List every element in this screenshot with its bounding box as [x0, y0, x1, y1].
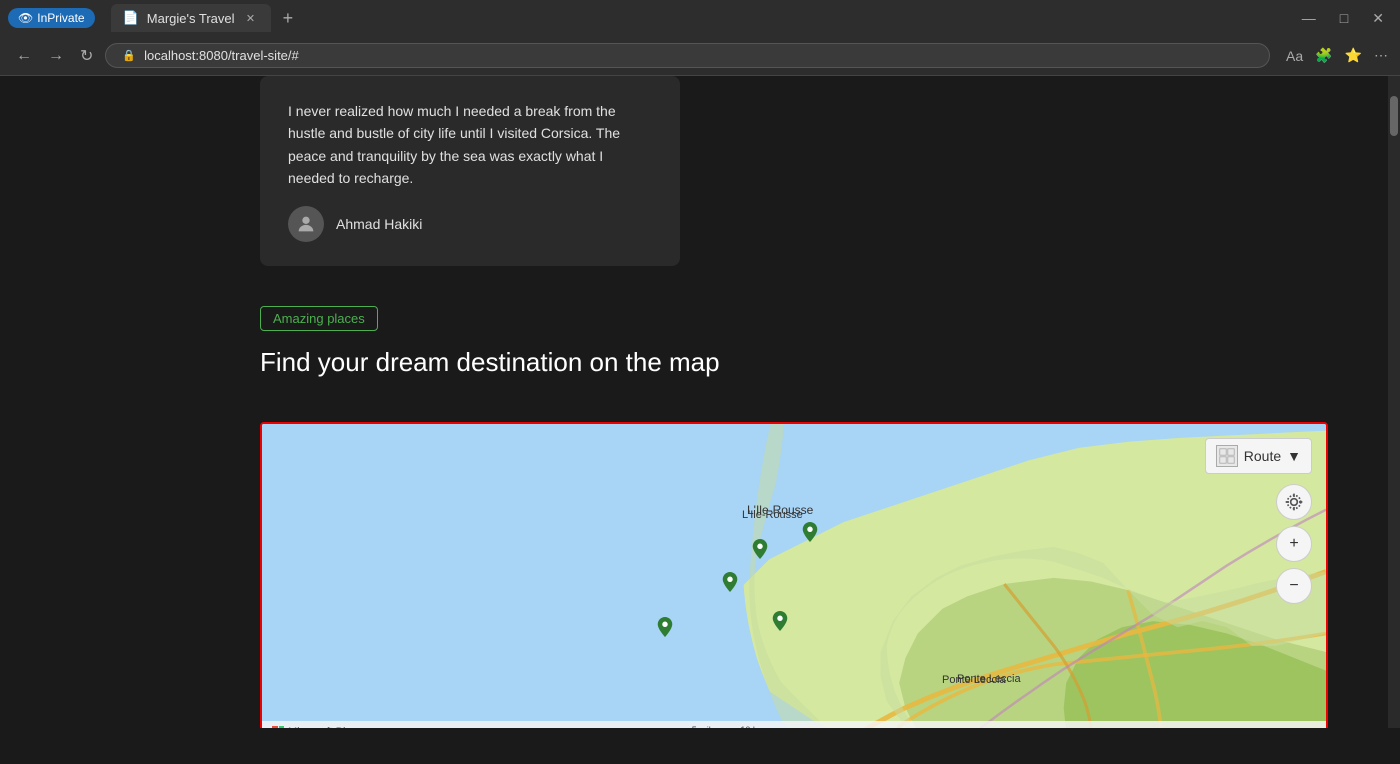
scale-labels: 5 miles 10 km [692, 725, 765, 728]
route-label: Route [1244, 448, 1281, 464]
map-pin-2 [802, 522, 818, 542]
map-scale: 5 miles 10 km [688, 725, 768, 728]
minimize-button[interactable]: — [1294, 8, 1324, 29]
read-aloud-icon[interactable]: Aa [1286, 48, 1303, 64]
route-icon [1216, 445, 1238, 467]
section-badge: Amazing places [260, 306, 378, 331]
close-button[interactable]: ✕ [1364, 8, 1392, 29]
map-terrain-svg [262, 424, 1326, 728]
inprivate-icon: 👁 [18, 11, 33, 25]
forward-button[interactable]: → [44, 43, 68, 69]
map-pin-4 [657, 617, 673, 637]
section-title: Find your dream destination on the map [260, 347, 1328, 378]
map-footer: Microsoft Bing 5 miles 10 km © 202 [262, 721, 1326, 728]
locate-me-button[interactable] [1276, 484, 1312, 520]
refresh-button[interactable]: ↻ [76, 42, 97, 70]
testimonial-author: Ahmad Hakiki [288, 206, 652, 242]
back-button[interactable]: ← [12, 43, 36, 69]
new-tab-button[interactable]: + [275, 4, 302, 33]
testimonial-text: I never realized how much I needed a bre… [288, 100, 652, 190]
terms-link[interactable]: Terms [1290, 727, 1316, 728]
address-bar: ← → ↻ 🔒 localhost:8080/travel-site/# Aa … [0, 36, 1400, 76]
favorites-icon[interactable]: ⭐ [1345, 47, 1362, 64]
tab-title: Margie's Travel [147, 11, 235, 26]
map-wrapper: L'Ile-Rousse Ponte Leccia L'Ile-Rousse P… [260, 422, 1328, 728]
avatar [288, 206, 324, 242]
lock-icon: 🔒 [122, 49, 136, 62]
map-pin-1 [752, 539, 768, 559]
maximize-button[interactable]: □ [1332, 8, 1356, 29]
copyright-text: © 2022 TomTom, © 2023 Microsoft Corporat… [1099, 727, 1287, 728]
tab-favicon: 📄 [123, 10, 139, 26]
bing-logo: Microsoft Bing [272, 726, 358, 728]
route-dropdown-icon: ▼ [1287, 448, 1301, 464]
scale-10km-label: 10 km [740, 725, 765, 728]
scrollbar-track[interactable] [1388, 76, 1400, 728]
inprivate-button[interactable]: 👁 InPrivate [8, 8, 95, 28]
bing-text: Microsoft Bing [288, 726, 358, 728]
map-copyright: © 2022 TomTom, © 2023 Microsoft Corporat… [1099, 727, 1316, 728]
more-tools-icon[interactable]: ⋯ [1374, 47, 1388, 64]
author-name: Ahmad Hakiki [336, 216, 422, 232]
zoom-in-button[interactable]: + [1276, 526, 1312, 562]
map-pin-5 [772, 611, 788, 631]
active-tab[interactable]: 📄 Margie's Travel ✕ [111, 4, 271, 32]
scrollbar-thumb[interactable] [1390, 96, 1398, 136]
map-pin-3 [722, 572, 738, 592]
inprivate-label: InPrivate [37, 11, 84, 25]
places-section: Amazing places Find your dream destinati… [0, 266, 1388, 422]
url-field[interactable]: 🔒 localhost:8080/travel-site/# [105, 43, 1270, 68]
zoom-out-button[interactable]: − [1276, 568, 1312, 604]
url-text: localhost:8080/travel-site/# [144, 48, 299, 63]
map-container[interactable]: L'Ile-Rousse Ponte Leccia L'Ile-Rousse P… [262, 424, 1326, 728]
route-button[interactable]: Route ▼ [1205, 438, 1312, 474]
testimonial-card: I never realized how much I needed a bre… [260, 76, 680, 266]
bing-logo-squares [272, 726, 284, 728]
scale-5mi-label: 5 miles [692, 725, 721, 728]
extensions-icon[interactable]: 🧩 [1315, 47, 1332, 64]
map-controls: + − [1276, 484, 1312, 604]
tab-close-button[interactable]: ✕ [243, 10, 259, 26]
